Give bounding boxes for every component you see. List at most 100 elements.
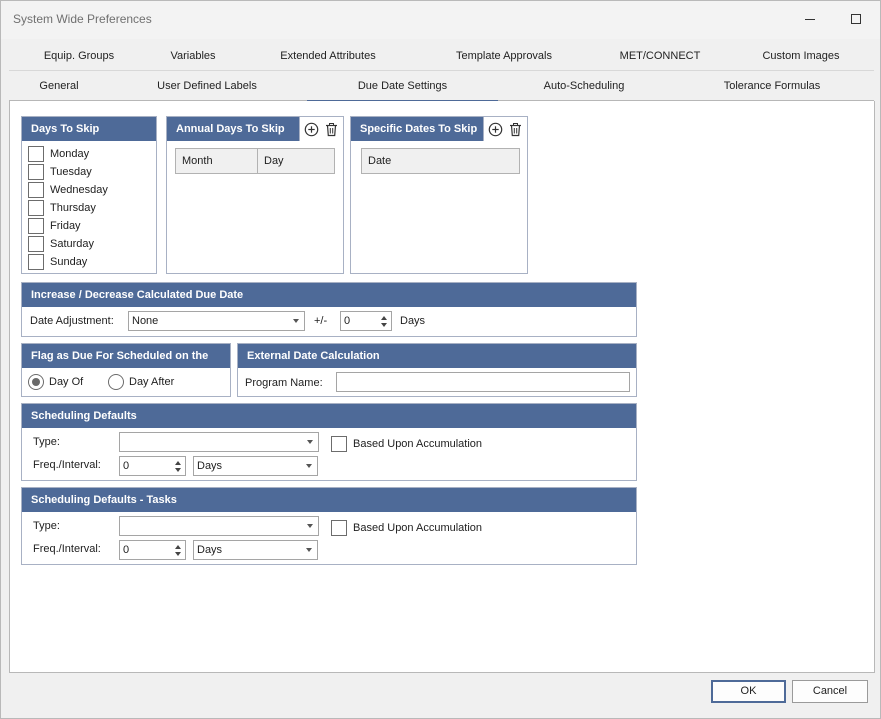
day-label: Friday <box>50 220 81 232</box>
freq-interval-value: 0 <box>123 544 130 556</box>
annual-days-toolbar <box>299 117 343 141</box>
accumulation-label: Based Upon Accumulation <box>353 438 483 450</box>
window-title: System Wide Preferences <box>13 12 152 26</box>
day-label: Tuesday <box>50 166 92 178</box>
scheduling-defaults-header: Scheduling Defaults <box>22 404 636 428</box>
day-label: Sunday <box>50 256 88 268</box>
freq-interval-label: Freq./Interval: <box>33 459 101 471</box>
tab-extended-attributes[interactable]: Extended Attributes <box>261 41 395 71</box>
checkbox[interactable] <box>331 520 347 536</box>
day-checkbox-monday[interactable]: Monday <box>28 145 89 163</box>
external-date-header: External Date Calculation <box>238 344 636 368</box>
tab-row-1: Equip. Groups Variables Extended Attribu… <box>9 41 874 71</box>
date-adjustment-select[interactable]: None <box>128 311 305 331</box>
day-checkbox-friday[interactable]: Friday <box>28 217 81 235</box>
title-bar: System Wide Preferences <box>1 1 880 39</box>
date-adjustment-group: Increase / Decrease Calculated Due Date … <box>21 282 637 337</box>
interval-unit-value: Days <box>197 460 223 472</box>
specific-dates-header: Specific Dates To Skip <box>351 117 527 141</box>
checkbox[interactable] <box>28 146 44 162</box>
trash-icon[interactable] <box>507 121 524 138</box>
ok-button[interactable]: OK <box>711 680 786 703</box>
minimize-icon[interactable] <box>802 11 818 27</box>
interval-unit-select[interactable]: Days <box>193 456 318 476</box>
radio-label: Day Of <box>49 376 84 388</box>
tab-auto-scheduling[interactable]: Auto-Scheduling <box>525 71 643 101</box>
grid-column-month[interactable]: Month <box>176 149 257 173</box>
accumulation-label: Based Upon Accumulation <box>353 522 483 534</box>
accumulation-checkbox[interactable]: Based Upon Accumulation <box>331 435 482 453</box>
freq-interval-spinner[interactable]: 0 <box>119 456 186 476</box>
tab-template-approvals[interactable]: Template Approvals <box>439 41 569 71</box>
day-checkbox-tuesday[interactable]: Tuesday <box>28 163 92 181</box>
radio-button[interactable] <box>108 374 124 390</box>
annual-days-title: Annual Days To Skip <box>176 123 285 135</box>
checkbox[interactable] <box>28 200 44 216</box>
checkbox[interactable] <box>331 436 347 452</box>
type-select[interactable] <box>119 432 319 452</box>
adjustment-days-spinner[interactable]: 0 <box>340 311 392 331</box>
trash-icon[interactable] <box>323 121 340 138</box>
interval-unit-select[interactable]: Days <box>193 540 318 560</box>
tab-content-panel: Days To Skip Monday Tuesday Wednesday Th… <box>9 101 875 673</box>
tab-row-2: General User Defined Labels Due Date Set… <box>9 71 874 103</box>
tab-general[interactable]: General <box>19 71 99 101</box>
flag-due-header: Flag as Due For Scheduled on the <box>22 344 230 368</box>
date-adjustment-value: None <box>132 315 159 327</box>
checkbox[interactable] <box>28 254 44 270</box>
tab-equip-groups[interactable]: Equip. Groups <box>19 41 139 71</box>
specific-dates-grid-header: Date <box>361 148 520 174</box>
chevron-down-icon <box>306 548 312 552</box>
day-label: Wednesday <box>50 184 108 196</box>
type-label: Type: <box>33 520 60 532</box>
checkbox[interactable] <box>28 236 44 252</box>
spinner-arrows-icon[interactable] <box>173 542 183 558</box>
external-date-group: External Date Calculation Program Name: <box>237 343 637 397</box>
flag-due-group: Flag as Due For Scheduled on the Day Of … <box>21 343 231 397</box>
radio-day-of[interactable]: Day Of <box>28 373 83 391</box>
day-checkbox-sunday[interactable]: Sunday <box>28 253 87 271</box>
day-label: Saturday <box>50 238 95 250</box>
tab-variables[interactable]: Variables <box>149 41 237 71</box>
spinner-arrows-icon[interactable] <box>173 458 183 474</box>
scheduling-tasks-header: Scheduling Defaults - Tasks <box>22 488 636 512</box>
accumulation-checkbox[interactable]: Based Upon Accumulation <box>331 519 482 537</box>
cancel-button[interactable]: Cancel <box>792 680 868 703</box>
day-checkbox-wednesday[interactable]: Wednesday <box>28 181 108 199</box>
date-adjustment-label: Date Adjustment: <box>30 315 114 327</box>
freq-interval-spinner[interactable]: 0 <box>119 540 186 560</box>
day-label: Thursday <box>50 202 96 214</box>
annual-days-grid-header: Month Day <box>175 148 335 174</box>
freq-interval-value: 0 <box>123 460 130 472</box>
specific-dates-group: Specific Dates To Skip Date <box>350 116 528 274</box>
interval-unit-value: Days <box>197 544 223 556</box>
tab-met-connect[interactable]: MET/CONNECT <box>609 41 711 71</box>
checkbox[interactable] <box>28 182 44 198</box>
checkbox[interactable] <box>28 218 44 234</box>
plus-minus-label: +/- <box>314 315 328 327</box>
chevron-down-icon <box>307 524 313 528</box>
grid-column-day[interactable]: Day <box>257 149 334 173</box>
tab-tolerance-formulas[interactable]: Tolerance Formulas <box>709 71 835 101</box>
radio-day-after[interactable]: Day After <box>108 373 174 391</box>
tab-user-defined-labels[interactable]: User Defined Labels <box>137 71 277 101</box>
add-circle-icon[interactable] <box>487 121 504 138</box>
program-name-input[interactable] <box>336 372 630 392</box>
checkbox[interactable] <box>28 164 44 180</box>
day-checkbox-saturday[interactable]: Saturday <box>28 235 94 253</box>
grid-column-date[interactable]: Date <box>362 149 519 173</box>
days-to-skip-header: Days To Skip <box>22 117 156 141</box>
adjustment-unit-label: Days <box>400 315 426 327</box>
tab-custom-images[interactable]: Custom Images <box>747 41 855 71</box>
type-label: Type: <box>33 436 60 448</box>
specific-dates-toolbar <box>483 117 527 141</box>
type-select[interactable] <box>119 516 319 536</box>
radio-button[interactable] <box>28 374 44 390</box>
maximize-icon[interactable] <box>848 11 864 27</box>
add-circle-icon[interactable] <box>303 121 320 138</box>
spinner-arrows-icon[interactable] <box>379 313 389 329</box>
annual-days-header: Annual Days To Skip <box>167 117 343 141</box>
day-checkbox-thursday[interactable]: Thursday <box>28 199 96 217</box>
chevron-down-icon <box>306 464 312 468</box>
tab-due-date-settings[interactable]: Due Date Settings <box>307 71 498 103</box>
